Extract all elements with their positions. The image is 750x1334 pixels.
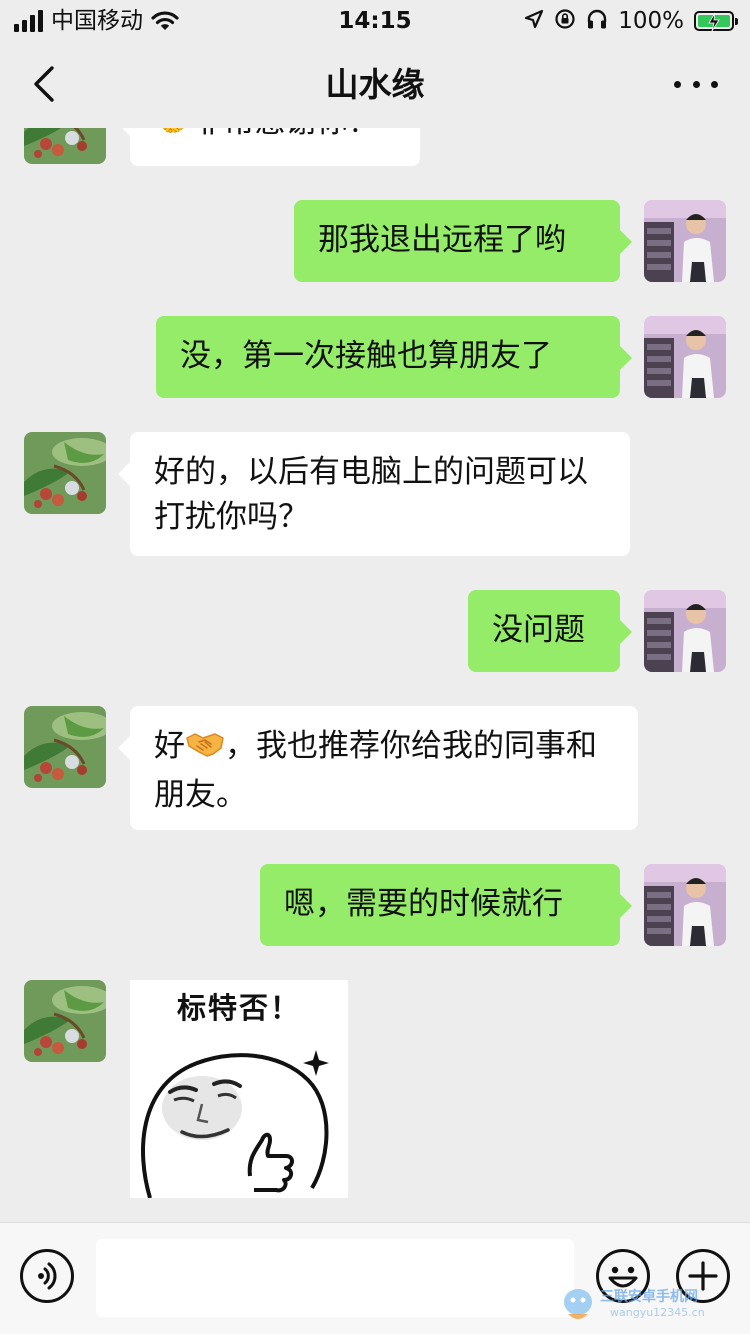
status-right: 100% xyxy=(524,8,738,34)
chat-history[interactable]: 🤝非常感谢你！ 那我退出远程了哟 没，第一次接触也算朋友了 xyxy=(0,128,750,1222)
battery-icon xyxy=(694,11,738,32)
sticker-caption: 标特否！ xyxy=(176,991,301,1025)
plus-button[interactable] xyxy=(676,1249,730,1303)
emoji-button[interactable] xyxy=(596,1249,650,1303)
chat-title: 山水缘 xyxy=(325,65,425,104)
my-avatar[interactable] xyxy=(644,316,726,398)
back-button[interactable] xyxy=(28,62,68,106)
nav-bar: 山水缘 xyxy=(0,44,750,128)
my-avatar[interactable] xyxy=(644,200,726,282)
message-text: 🤝非常感谢你！ xyxy=(154,128,379,140)
message-bubble[interactable]: 🤝非常感谢你！ xyxy=(118,128,420,166)
voice-icon xyxy=(38,1262,57,1290)
battery-percent: 100% xyxy=(618,8,684,34)
message-text: 没，第一次接触也算朋友了 xyxy=(180,338,552,374)
carrier-label: 中国移动 xyxy=(51,8,143,34)
more-button[interactable] xyxy=(674,66,718,102)
headphones-icon xyxy=(586,8,608,34)
chevron-left-icon xyxy=(34,66,54,102)
message-bubble[interactable]: 没问题 xyxy=(468,590,632,672)
message-bubble[interactable]: 那我退出远程了哟 xyxy=(294,200,632,282)
more-dots-icon xyxy=(674,80,681,88)
my-avatar[interactable] xyxy=(644,864,726,946)
contact-avatar[interactable] xyxy=(24,980,106,1062)
message-text: 嗯，需要的时候就行 xyxy=(284,886,563,922)
message-input[interactable] xyxy=(96,1239,574,1317)
watermark-url: wangyu12345.cn xyxy=(610,1306,705,1319)
message-bubble[interactable]: 好的，以后有电脑上的问题可以打扰你吗？ xyxy=(118,432,630,556)
message-bubble[interactable]: 好 ，我也推荐你给我的同事和朋友。 xyxy=(118,706,638,830)
my-avatar[interactable] xyxy=(644,590,726,672)
contact-avatar[interactable] xyxy=(24,432,106,514)
voice-button[interactable] xyxy=(20,1249,74,1303)
message-bubble[interactable]: 嗯，需要的时候就行 xyxy=(260,864,632,946)
contact-avatar[interactable] xyxy=(24,706,106,788)
rotation-lock-icon xyxy=(554,8,576,34)
signal-icon xyxy=(14,10,43,32)
wifi-icon xyxy=(151,10,179,32)
message-text: 好的，以后有电脑上的问题可以打扰你吗？ xyxy=(154,454,588,535)
status-bar: 中国移动 14:15 100% xyxy=(0,0,750,44)
plus-icon xyxy=(688,1261,718,1291)
contact-avatar[interactable] xyxy=(24,128,106,164)
sticker-message[interactable]: 标特否！ xyxy=(130,980,348,1198)
status-left: 中国移动 xyxy=(14,8,179,34)
message-text: 没问题 xyxy=(492,612,585,648)
location-arrow-icon xyxy=(524,9,544,33)
message-bubble[interactable]: 没，第一次接触也算朋友了 xyxy=(156,316,632,398)
message-text-start: 好 xyxy=(154,728,185,764)
emoji-icon xyxy=(608,1266,638,1288)
message-text: 那我退出远程了哟 xyxy=(318,222,566,258)
handshake-emoji-icon xyxy=(185,728,225,773)
input-bar: 三联安卓手机网 wangyu12345.cn xyxy=(0,1222,750,1334)
